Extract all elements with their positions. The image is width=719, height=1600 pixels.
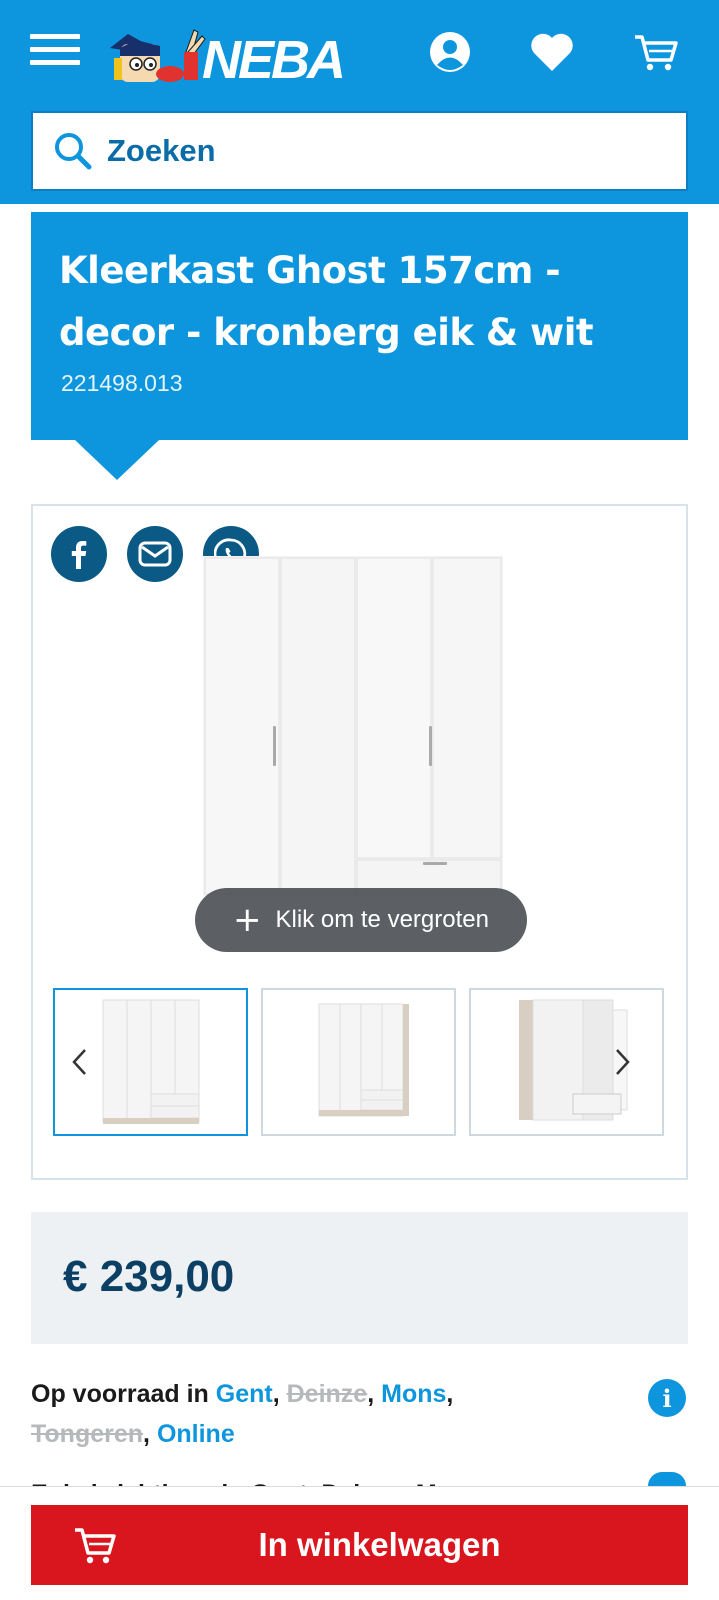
stock-next-line: Enkel zichtbaar in Gent, Deinze, Mons	[31, 1474, 481, 1486]
product-title-box: Kleerkast Ghost 157cm - decor - kronberg…	[31, 212, 688, 440]
info-icon-partial[interactable]	[648, 1472, 686, 1486]
thumbnail-prev-arrow[interactable]	[59, 1040, 99, 1084]
product-main-image[interactable]	[203, 556, 523, 916]
thumbnail-2[interactable]	[261, 988, 456, 1136]
plus-icon: +	[233, 900, 262, 940]
add-to-cart-button[interactable]: In winkelwagen	[31, 1505, 688, 1585]
stock-availability: Op voorraad in Gent, Deinze, Mons, Tonge…	[31, 1380, 454, 1448]
brand-logo[interactable]: NEBA	[106, 22, 386, 90]
thumbnail-next-arrow[interactable]	[603, 1040, 643, 1084]
store-tongeren[interactable]: Tongeren	[31, 1420, 143, 1448]
product-title: Kleerkast Ghost 157cm - decor - kronberg…	[59, 249, 594, 354]
product-price: € 239,00	[63, 1252, 235, 1301]
thumbnail-strip	[53, 988, 670, 1138]
title-box-pointer	[75, 440, 159, 480]
email-icon[interactable]	[127, 526, 183, 582]
store-deinze[interactable]: Deinze	[287, 1380, 368, 1408]
store-gent[interactable]: Gent	[216, 1380, 273, 1408]
price-box: € 239,00	[31, 1212, 688, 1344]
search-input[interactable]: Zoeken	[31, 111, 688, 191]
wishlist-heart-icon[interactable]	[526, 26, 578, 78]
facebook-icon[interactable]	[51, 526, 107, 582]
sticky-cart-bar: In winkelwagen	[0, 1486, 719, 1600]
add-to-cart-label: In winkelwagen	[258, 1526, 501, 1563]
store-online[interactable]: Online	[157, 1420, 235, 1448]
site-header: NEBA Zoeken	[0, 0, 719, 204]
stock-label: Op voorraad in	[31, 1380, 209, 1408]
info-icon[interactable]: i	[648, 1379, 686, 1417]
zoom-button[interactable]: + Klik om te vergroten	[195, 888, 527, 952]
product-sku: 221498.013	[61, 370, 183, 396]
store-mons[interactable]: Mons	[381, 1380, 446, 1408]
zoom-label: Klik om te vergroten	[275, 906, 489, 933]
search-icon	[55, 133, 92, 170]
account-icon[interactable]	[424, 26, 476, 78]
svg-text:NEBA: NEBA	[202, 30, 343, 88]
product-gallery: + Klik om te vergroten	[31, 504, 688, 1180]
menu-icon[interactable]	[30, 34, 80, 68]
cart-icon[interactable]	[630, 26, 682, 78]
search-placeholder: Zoeken	[107, 133, 216, 168]
